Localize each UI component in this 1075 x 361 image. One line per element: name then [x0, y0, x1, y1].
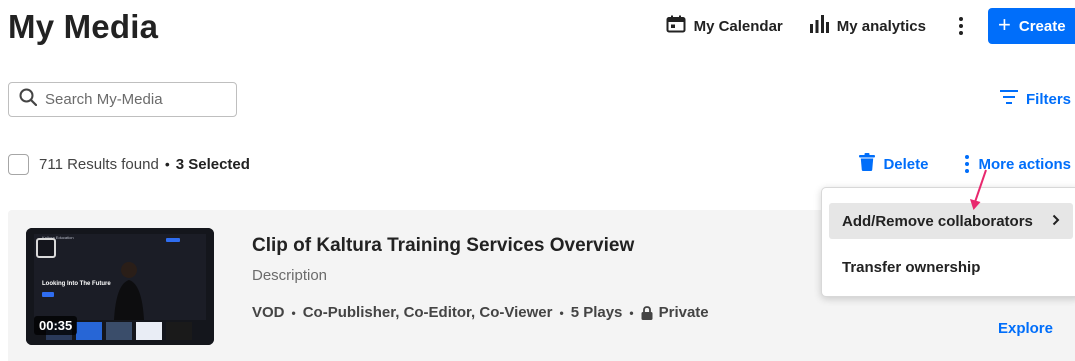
menu-item-transfer-ownership[interactable]: Transfer ownership — [829, 249, 1073, 285]
entry-roles: Co-Publisher, Co-Editor, Co-Viewer — [302, 304, 553, 321]
entry-type: VOD — [252, 304, 285, 321]
separator-dot: • — [629, 305, 634, 320]
separator-dot: • — [164, 156, 170, 172]
lock-icon — [641, 305, 653, 320]
delete-label: Delete — [883, 155, 929, 173]
filter-lines-icon — [999, 89, 1018, 109]
bar-chart-icon — [809, 15, 829, 37]
my-analytics-link[interactable]: My analytics — [809, 15, 926, 37]
entry-plays: 5 Plays — [570, 304, 623, 321]
separator-dot: • — [291, 305, 296, 320]
filters-button[interactable]: Filters — [999, 89, 1071, 109]
header-more-kebab-icon[interactable] — [954, 11, 968, 41]
my-media-page: My Media My Calendar My analytics + Crea… — [0, 0, 1075, 361]
more-actions-menu: Add/Remove collaborators Transfer owners… — [821, 187, 1075, 297]
results-toolbar: 711 Results found • 3 Selected Delete Mo… — [8, 152, 1071, 176]
page-title: My Media — [8, 8, 159, 45]
search-box — [8, 82, 237, 117]
separator-dot: • — [559, 305, 564, 320]
explore-link[interactable]: Explore — [998, 320, 1053, 337]
search-input[interactable] — [45, 91, 225, 108]
header-actions: My Calendar My analytics + Create — [666, 8, 1075, 44]
entry-meta: VOD • Co-Publisher, Co-Editor, Co-Viewer… — [252, 304, 709, 321]
search-icon — [19, 88, 38, 111]
delete-button[interactable]: Delete — [859, 153, 928, 175]
menu-item-add-remove-collaborators[interactable]: Add/Remove collaborators — [829, 203, 1073, 239]
entry-checkbox[interactable] — [36, 238, 56, 258]
plus-icon: + — [998, 12, 1011, 37]
my-calendar-link[interactable]: My Calendar — [666, 15, 783, 37]
chevron-right-icon — [1052, 213, 1060, 230]
create-label: Create — [1018, 17, 1066, 35]
pink-arrow-icon — [970, 169, 987, 210]
select-all-checkbox[interactable] — [8, 153, 29, 175]
entry-title[interactable]: Clip of Kaltura Training Services Overvi… — [252, 235, 634, 257]
trash-icon — [859, 153, 876, 175]
duration-badge: 00:35 — [34, 316, 78, 335]
calendar-icon — [666, 15, 686, 37]
menu-item-label: Transfer ownership — [842, 258, 981, 276]
thumbnail-headline: Looking Into The Future — [42, 281, 111, 287]
my-calendar-label: My Calendar — [693, 17, 783, 35]
results-count: 711 Results found — [39, 155, 159, 173]
my-analytics-label: My analytics — [836, 17, 926, 35]
create-button[interactable]: + Create — [988, 8, 1075, 44]
entry-thumbnail[interactable]: Kaltura Education Looking Into The Futur… — [26, 228, 214, 345]
filters-label: Filters — [1025, 90, 1071, 108]
menu-item-label: Add/Remove collaborators — [842, 212, 1033, 230]
entry-description: Description — [252, 267, 328, 284]
selected-count: 3 Selected — [175, 155, 250, 173]
entry-privacy: Private — [658, 304, 709, 321]
